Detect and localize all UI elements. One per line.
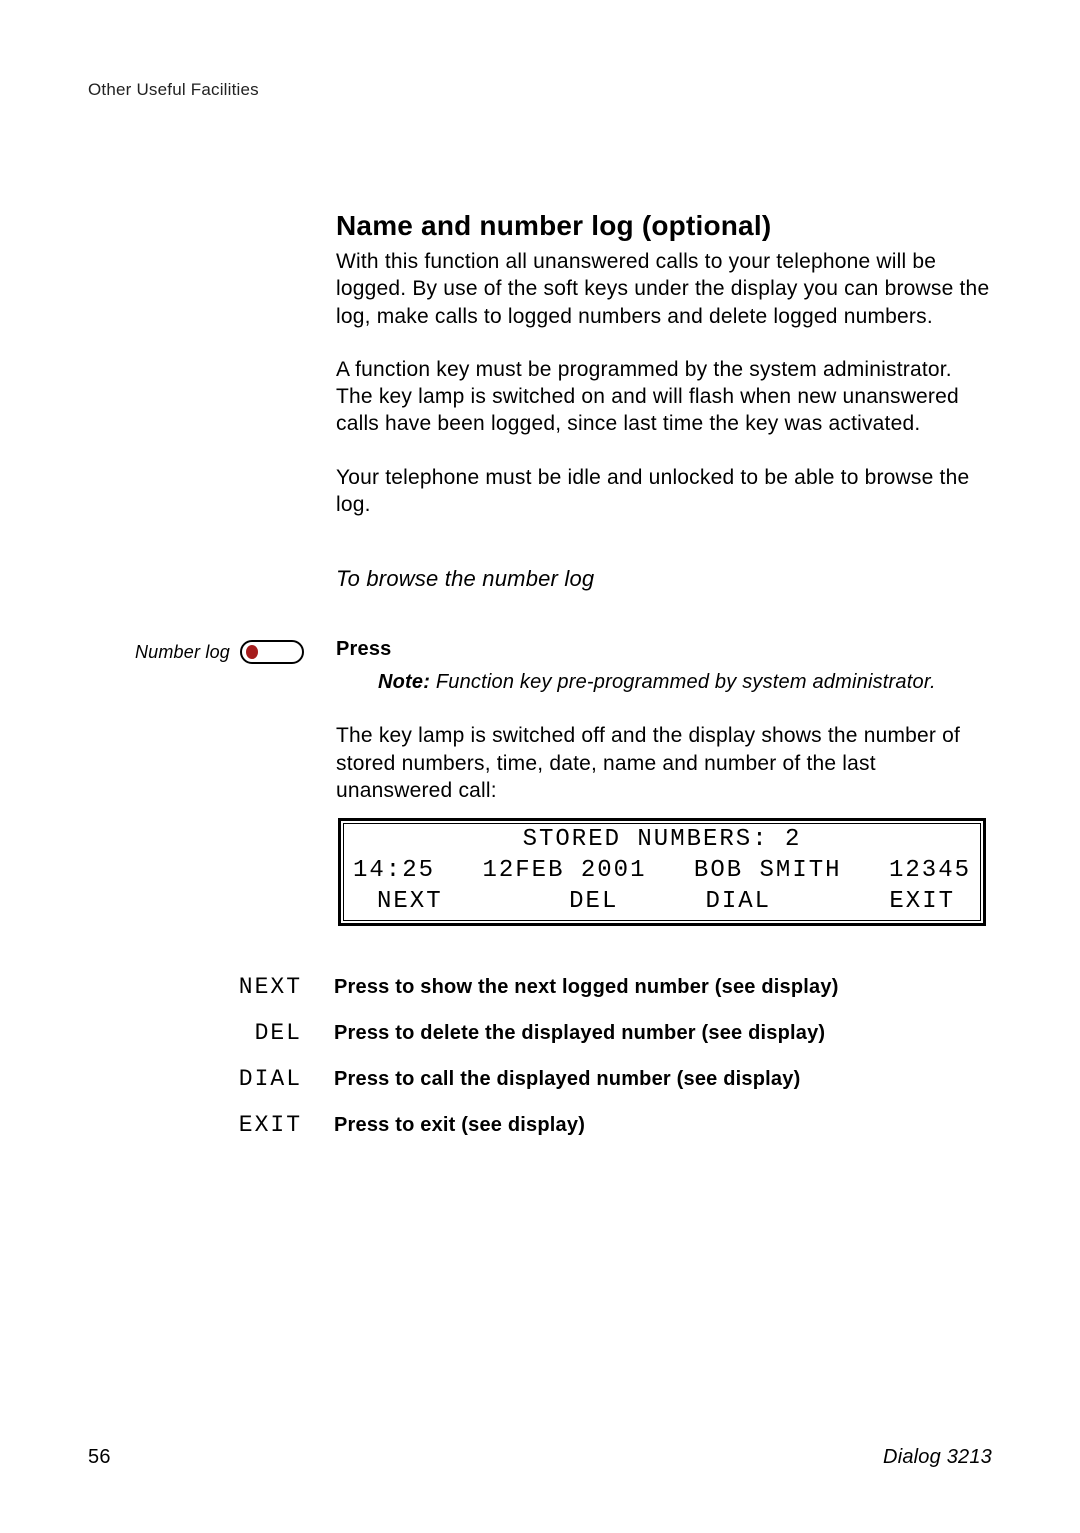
after-note-paragraph: The key lamp is switched off and the dis… — [336, 722, 990, 804]
display-line1: STORED NUMBERS: 2 — [353, 825, 971, 856]
softkey-label-next: NEXT — [238, 974, 334, 1000]
display-date: 12FEB 2001 — [482, 856, 646, 887]
key-instruction-row: Number log Press Note: Function key pre-… — [88, 638, 990, 1158]
display-sk2: DEL — [522, 887, 667, 918]
phone-display: STORED NUMBERS: 2 14:25 12FEB 2001 BOB S… — [338, 818, 986, 926]
key-left-col: Number log — [88, 638, 336, 666]
display-sk1: NEXT — [353, 887, 522, 918]
softkey-row-exit: EXIT Press to exit (see display) — [238, 1112, 990, 1138]
softkey-text-del: Press to delete the displayed number (se… — [334, 1022, 825, 1045]
display-number: 12345 — [889, 856, 971, 887]
display-sk3: DIAL — [666, 887, 811, 918]
page: Other Useful Facilities Name and number … — [0, 0, 1080, 1533]
softkey-row-next: NEXT Press to show the next logged numbe… — [238, 974, 990, 1000]
key-right-col: Press Note: Function key pre-programmed … — [336, 638, 990, 1158]
key-label-number-log: Number log — [135, 642, 230, 663]
section-title: Name and number log (optional) — [336, 210, 990, 242]
softkey-text-dial: Press to call the displayed number (see … — [334, 1068, 800, 1091]
page-number: 56 — [88, 1446, 111, 1469]
model-name: Dialog 3213 — [883, 1446, 992, 1469]
note-block: Note: Function key pre-programmed by sys… — [378, 669, 990, 696]
display-softkeys: NEXT DEL DIAL EXIT — [353, 887, 971, 918]
content-area: Name and number log (optional) With this… — [336, 210, 990, 1158]
footer: 56 Dialog 3213 — [88, 1446, 992, 1469]
note-label: Note: — [378, 671, 430, 693]
softkey-label-del: DEL — [238, 1020, 334, 1046]
display-name: BOB SMITH — [694, 856, 842, 887]
note-text: Function key pre-programmed by system ad… — [430, 671, 936, 693]
display-time: 14:25 — [353, 856, 435, 887]
softkey-row-dial: DIAL Press to call the displayed number … — [238, 1066, 990, 1092]
paragraph-2: A function key must be programmed by the… — [336, 356, 990, 438]
section-header: Other Useful Facilities — [88, 80, 992, 100]
softkey-label-exit: EXIT — [238, 1112, 334, 1138]
display-line2: 14:25 12FEB 2001 BOB SMITH 12345 — [353, 856, 971, 887]
press-label: Press — [336, 638, 990, 661]
softkey-label-dial: DIAL — [238, 1066, 334, 1092]
subheading-browse: To browse the number log — [336, 566, 990, 592]
softkey-text-exit: Press to exit (see display) — [334, 1114, 585, 1137]
paragraph-1: With this function all unanswered calls … — [336, 248, 990, 330]
softkey-text-next: Press to show the next logged number (se… — [334, 976, 839, 999]
function-key-icon — [240, 640, 304, 664]
display-sk4: EXIT — [811, 887, 972, 918]
paragraph-3: Your telephone must be idle and unlocked… — [336, 464, 990, 519]
softkey-row-del: DEL Press to delete the displayed number… — [238, 1020, 990, 1046]
